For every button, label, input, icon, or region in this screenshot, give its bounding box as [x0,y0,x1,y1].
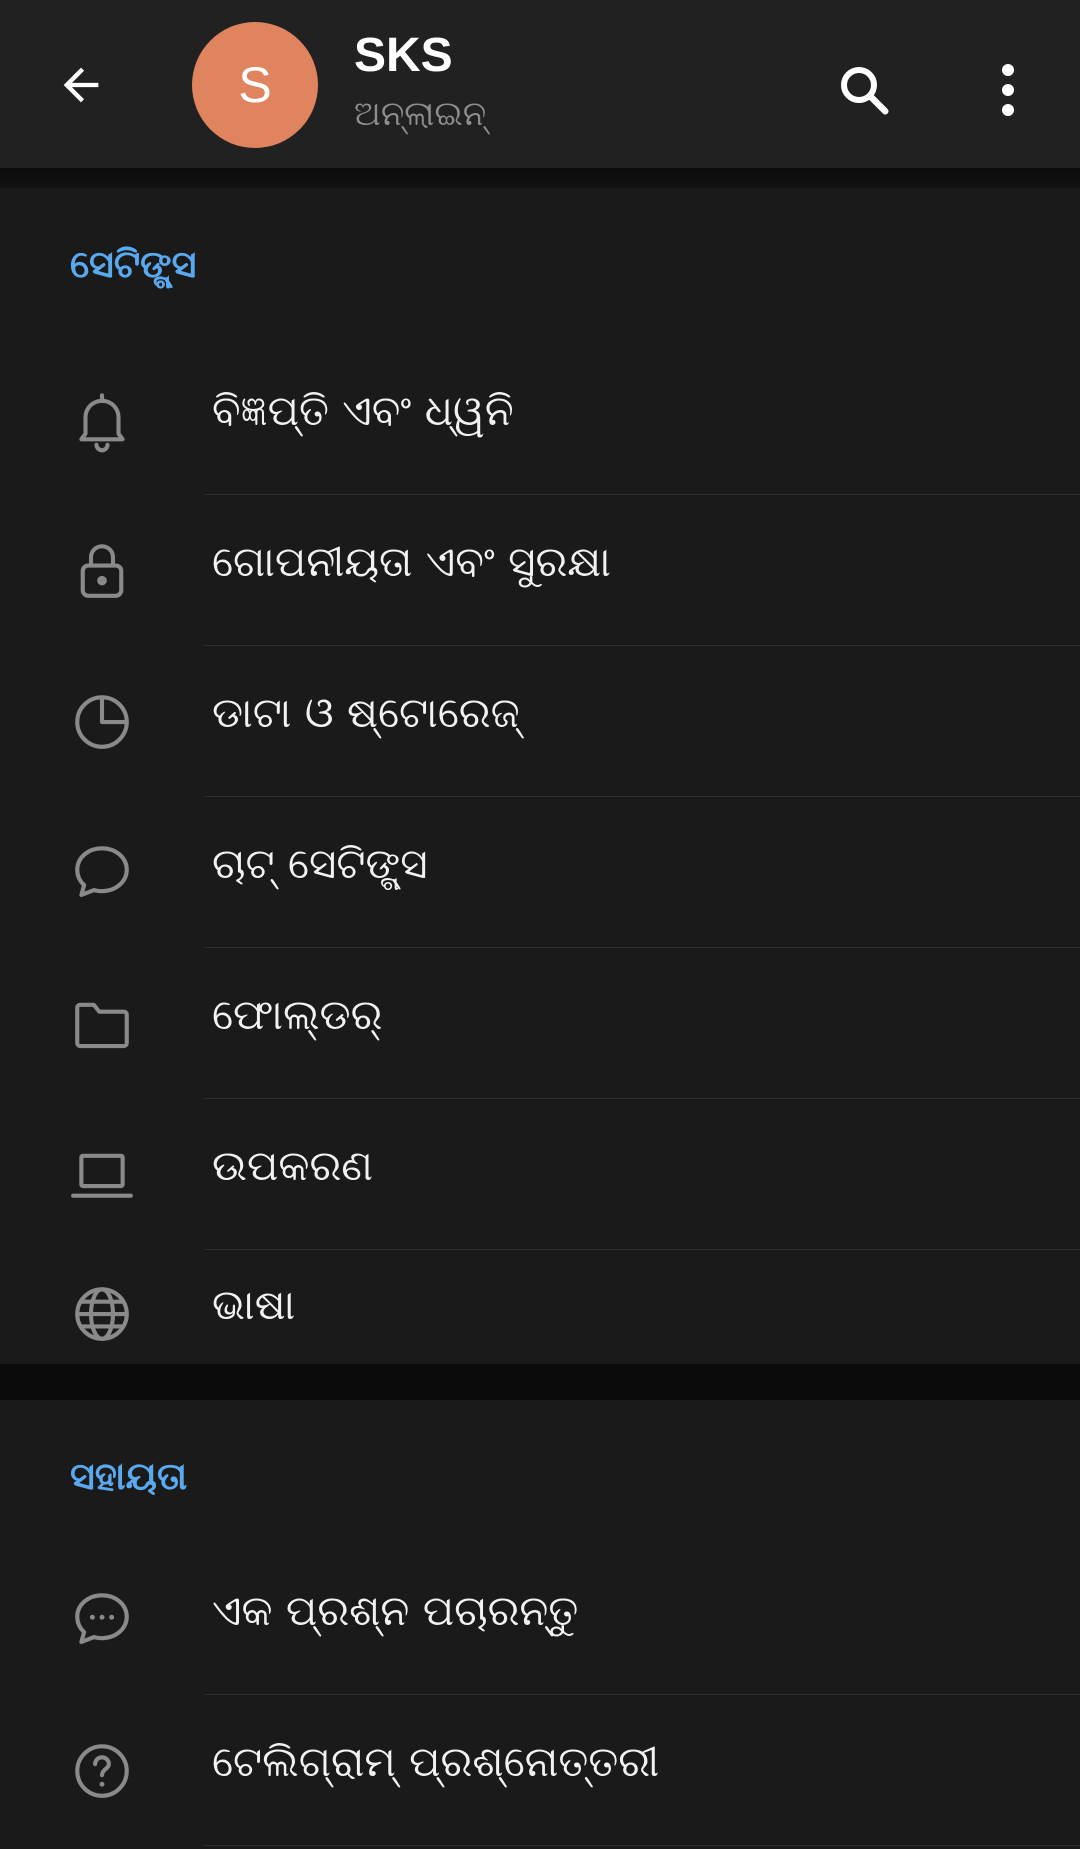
help-section: ସହାୟତା ଏକ ପ୍ରଶ୍ନ ପଚାରନ୍ତୁ ଟେଲିଗ୍ରାମ୍ ପ୍ର… [0,1400,1080,1849]
settings-item-data-storage[interactable]: ଡାଟା ଓ ଷ୍ଟୋରେଜ୍ [0,646,1080,797]
chat-bubble-icon [66,837,138,909]
help-item-faq[interactable]: ଟେଲିଗ୍ରାମ୍ ପ୍ରଶ୍ନୋତ୍ତରୀ [0,1695,1080,1846]
more-options-button[interactable] [972,52,1044,128]
section-separator [0,1364,1080,1400]
settings-item-devices[interactable]: ଉପକରଣ [0,1099,1080,1250]
globe-icon [66,1278,138,1350]
help-item-ask-question[interactable]: ଏକ ପ୍ରଶ୍ନ ପଚାରନ୍ତୁ [0,1544,1080,1695]
settings-item-language[interactable]: ଭାଷା [0,1250,1080,1364]
pie-chart-icon [66,686,138,758]
back-button[interactable] [46,50,116,120]
settings-item-label: ଭାଷା [212,1280,296,1329]
settings-item-label: ଉପକରଣ [212,1141,374,1190]
settings-item-chat-settings[interactable]: ଚାଟ୍ ସେଟିଙ୍ଗ୍ସ [0,797,1080,948]
settings-section-title: ସେଟିଙ୍ଗ୍ସ [70,242,197,286]
settings-item-notifications[interactable]: ବିଜ୍ଞପ୍ତି ଏବଂ ଧ୍ୱନି [0,344,1080,495]
avatar-letter: S [238,57,272,113]
help-section-title: ସହାୟତା [70,1454,188,1498]
arrow-left-icon [63,67,99,103]
divider [204,1845,1080,1846]
settings-item-label: ଡାଟା ଓ ଷ୍ଟୋରେଜ୍ [212,688,520,737]
help-circle-icon [66,1735,138,1807]
settings-item-label: ଫୋଲ୍ଡର୍ [212,990,383,1039]
settings-item-label: ଗୋପନୀୟତା ଏବଂ ସୁରକ୍ଷା [212,537,611,586]
settings-item-label: ବିଜ୍ଞପ୍ତି ଏବଂ ଧ୍ୱନି [212,386,514,435]
chat-dots-icon [66,1584,138,1656]
online-status: ଅନ୍‌ଲାଇନ୍ [354,94,487,134]
bell-icon [66,384,138,456]
help-item-label: ଟେଲିଗ୍ରାମ୍ ପ୍ରଶ୍ନୋତ୍ତରୀ [212,1737,660,1786]
settings-section: ସେଟିଙ୍ଗ୍ସ ବିଜ୍ଞପ୍ତି ଏବଂ ଧ୍ୱନି ଗୋପନୀୟତା ଏ… [0,188,1080,1364]
help-item-label: ଏକ ପ୍ରଶ୍ନ ପଚାରନ୍ତୁ [212,1586,579,1635]
more-vertical-icon [1002,64,1014,116]
folder-icon [66,988,138,1060]
settings-item-privacy[interactable]: ଗୋପନୀୟତା ଏବଂ ସୁରକ୍ଷା [0,495,1080,646]
lock-icon [66,535,138,607]
chat-title: SKS [354,29,453,82]
settings-item-folders[interactable]: ଫୋଲ୍ଡର୍ [0,948,1080,1099]
header-shadow [0,168,1080,188]
settings-item-label: ଚାଟ୍ ସେଟିଙ୍ଗ୍ସ [212,839,428,888]
search-button[interactable] [826,52,902,128]
search-icon [841,67,889,115]
laptop-icon [66,1139,138,1211]
avatar[interactable]: S [192,22,318,148]
top-app-bar: S SKS ଅନ୍‌ଲାଇନ୍ [0,0,1080,168]
